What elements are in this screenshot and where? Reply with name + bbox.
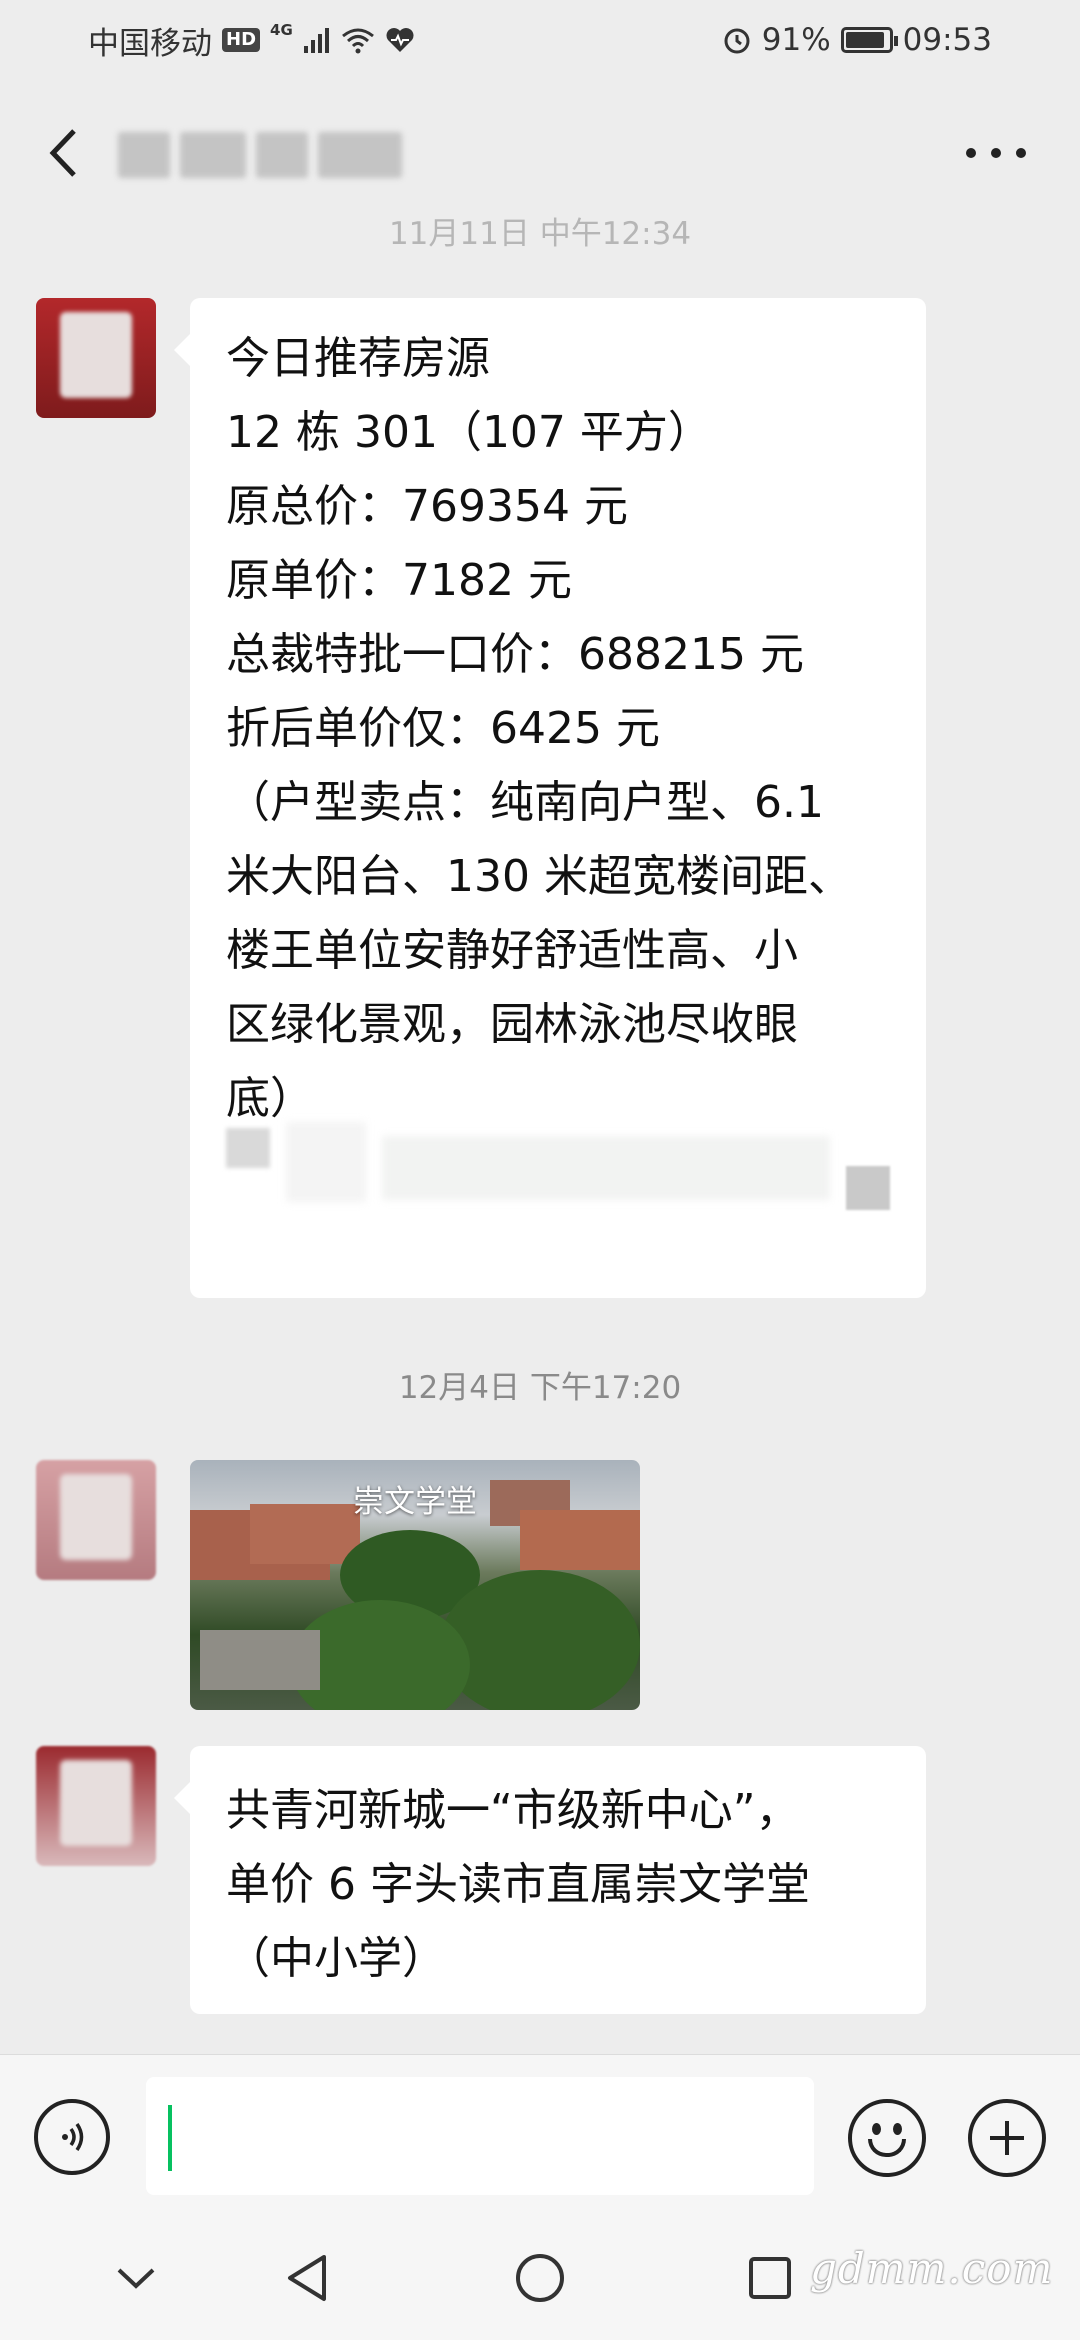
voice-button[interactable] [34,2099,110,2175]
image-caption: 崇文学堂 [353,1484,477,1520]
message-line: 楼王单位安静好舒适性高、小 [226,925,798,976]
watermark: gdmm.com [810,2244,1054,2293]
more-button[interactable] [966,138,1026,168]
carrier-label: 中国移动 [88,25,212,62]
message-line: 区绿化景观，园林泳池尽收眼 [226,999,798,1050]
message-line: 米大阳台、130 米超宽楼间距、 [226,851,852,902]
wifi-icon [341,28,374,54]
text-caret [168,2105,172,2171]
status-right: 91% 09:53 [722,22,992,58]
avatar[interactable] [36,1746,156,1866]
chevron-down-icon [117,2268,155,2289]
chevron-left-icon [49,129,76,177]
message-text: 今日推荐房源 12 栋 301（107 平方） 原总价：769354 元原单价：71… [226,322,890,1136]
image-message[interactable]: 崇文学堂 [190,1460,640,1710]
triangle-back-icon [288,2255,326,2301]
battery-fill [845,32,884,48]
clock-label: 09:53 [902,22,992,58]
status-left: 中国移动 HD 4G [88,18,415,63]
battery-icon [840,27,898,53]
message-line: 单价 6 字头读市直属崇文学堂 [226,1859,810,1910]
collapse-button[interactable] [106,2248,166,2308]
more-dots-icon [966,148,976,158]
input-bar [0,2054,1080,2219]
emoji-button[interactable] [848,2099,926,2177]
alarm-icon [724,28,750,54]
chat-screen: 中国移动 HD 4G 91% 09:53 11月11日 中午12:34 今日推荐… [0,0,1080,2340]
voice-icon [62,2123,84,2151]
timestamp: 11月11日 中午12:34 [388,216,692,252]
more-functions-button[interactable] [968,2099,1046,2177]
message-line: （中小学） [226,1933,446,1984]
message-line: 今日推荐房源 [226,333,490,384]
square-recents-icon [749,2257,791,2299]
circle-home-icon [516,2254,564,2302]
avatar[interactable] [36,1460,156,1580]
obscured-contact-line [226,1122,890,1222]
message-bubble[interactable]: 今日推荐房源 12 栋 301（107 平方） 原总价：769354 元原单价：71… [174,298,926,1298]
message-line: 折后单价仅：6425 元 [226,703,660,754]
chat-title-obscured [118,132,402,178]
avatar[interactable] [36,298,156,418]
network-type-label: 4G [270,21,293,39]
message-line: 12 栋 301（107 平方） [226,407,712,458]
status-bar: 中国移动 HD 4G 91% 09:53 [0,0,1080,80]
timestamp: 12月4日 下午17:20 [398,1370,682,1406]
battery-percent-label: 91% [761,22,831,58]
message-line: 原单价：7182 元 [226,555,572,606]
system-recents-button[interactable] [740,2248,800,2308]
message-line: （户型卖点：纯南向户型、6.1 [226,777,824,828]
system-home-button[interactable] [510,2248,570,2308]
heart-rate-icon [386,28,414,52]
message-input[interactable] [146,2077,814,2195]
system-back-button[interactable] [278,2248,338,2308]
signal-icon [303,28,329,53]
message-line: 共青河新城一“市级新中心”， [226,1785,800,1836]
chat-nav-bar [0,80,1080,224]
message-line: 原总价：769354 元 [226,481,628,532]
back-button[interactable] [36,126,90,180]
message-bubble[interactable]: 共青河新城一“市级新中心”， 单价 6 字头读市直属崇文学堂 （中小学） [174,1746,926,2014]
message-line: 总裁特批一口价：688215 元 [226,629,804,680]
hd-badge: HD [222,28,261,52]
message-text: 共青河新城一“市级新中心”， 单价 6 字头读市直属崇文学堂 （中小学） [226,1774,890,1996]
